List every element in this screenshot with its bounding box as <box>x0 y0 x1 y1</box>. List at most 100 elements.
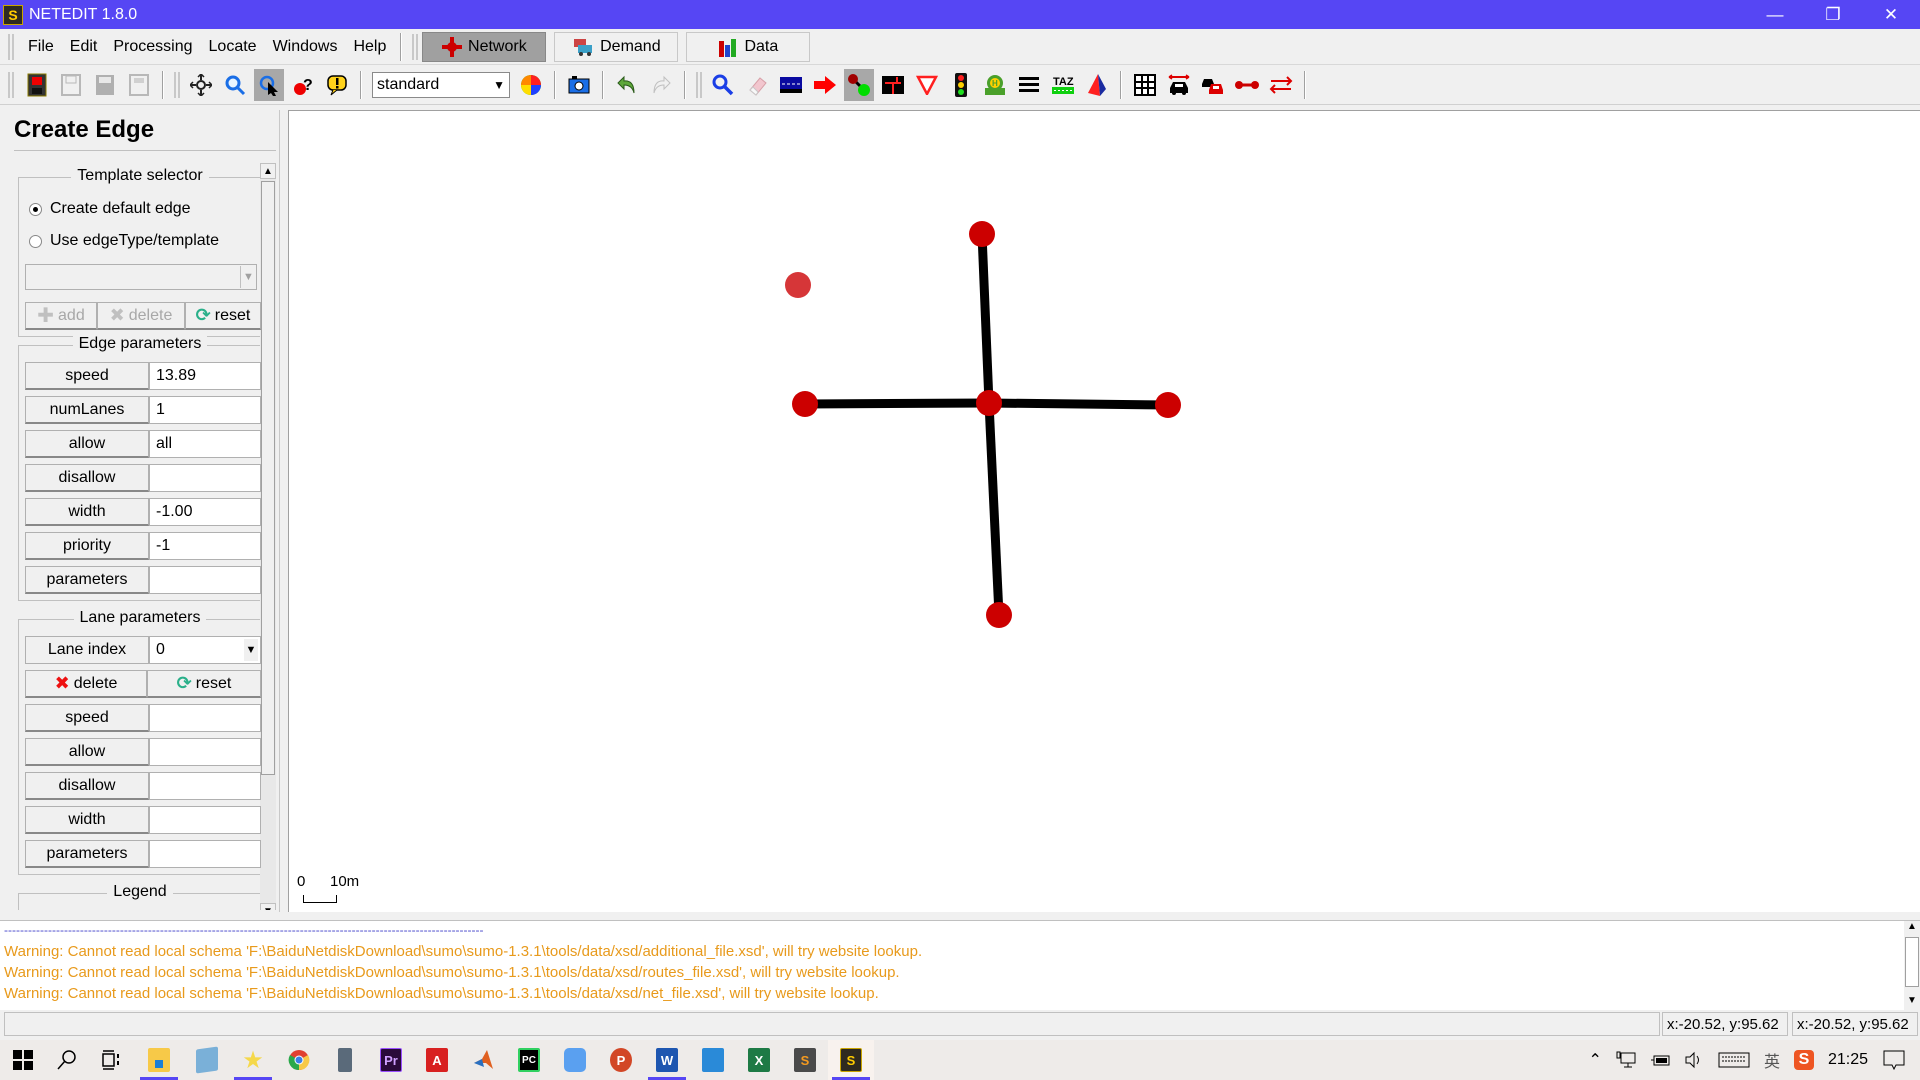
junction-center[interactable] <box>976 390 1002 416</box>
lane-width-input[interactable] <box>149 806 261 834</box>
toggle-two-way-button[interactable] <box>1266 69 1296 101</box>
width-attr-button[interactable]: width <box>25 498 149 526</box>
taskbar-sticky-star[interactable]: ★ <box>230 1040 276 1080</box>
supermode-demand-button[interactable]: Demand <box>554 31 679 62</box>
lane-disallow-input[interactable] <box>149 772 261 800</box>
lane-allow-input[interactable] <box>149 738 261 766</box>
taskbar-notepad[interactable] <box>184 1040 230 1080</box>
taskbar-word[interactable]: W <box>644 1040 690 1080</box>
edge-center-bottom[interactable] <box>984 402 1004 616</box>
ime-icon[interactable]: 英 <box>1764 1048 1780 1072</box>
lane-width-attr-button[interactable]: width <box>25 806 149 834</box>
width-input[interactable]: -1.00 <box>149 498 261 526</box>
junction-top[interactable] <box>969 221 995 247</box>
toolbar-grip[interactable] <box>174 71 180 98</box>
search-button[interactable] <box>44 1040 90 1080</box>
taskbar-calculator[interactable] <box>322 1040 368 1080</box>
scroll-up-icon[interactable]: ▲ <box>260 163 276 179</box>
toggle-vehicle-spread-button[interactable] <box>1164 69 1194 101</box>
network-status-icon[interactable] <box>1616 1051 1636 1069</box>
lane-speed-input[interactable] <box>149 704 261 732</box>
close-button[interactable]: ✕ <box>1862 0 1920 29</box>
edit-coloring-button[interactable] <box>516 69 546 101</box>
volume-icon[interactable] <box>1684 1051 1704 1069</box>
priority-input[interactable]: -1 <box>149 532 261 560</box>
mode-crossing-button[interactable] <box>1014 69 1044 101</box>
edge-center-right[interactable] <box>988 398 1169 410</box>
menu-edit[interactable]: Edit <box>62 38 106 56</box>
toolbar-grip[interactable] <box>412 33 419 60</box>
save-as-button[interactable] <box>90 69 120 101</box>
toggle-grid-button[interactable] <box>1130 69 1160 101</box>
lane-allow-attr-button[interactable]: allow <box>25 738 149 766</box>
scroll-up-icon[interactable]: ▲ <box>1904 921 1920 937</box>
inspect-help-button[interactable]: ? <box>288 69 318 101</box>
lane-speed-attr-button[interactable]: speed <box>25 704 149 732</box>
taskbar-netedit[interactable]: S <box>828 1040 874 1080</box>
taskbar-file-explorer[interactable] <box>136 1040 182 1080</box>
restore-button[interactable]: ❐ <box>1804 0 1862 29</box>
template-combo[interactable]: ▼ <box>25 264 257 290</box>
menu-help[interactable]: Help <box>345 38 394 56</box>
menu-processing[interactable]: Processing <box>105 38 200 56</box>
mode-traffic-light-button[interactable] <box>946 69 976 101</box>
toggle-chain-edges-button[interactable] <box>1232 69 1262 101</box>
parameters-attr-button[interactable]: parameters <box>25 566 149 594</box>
zoom-view-button[interactable] <box>220 69 250 101</box>
taskbar-sublime[interactable]: S <box>782 1040 828 1080</box>
taskbar-excel[interactable]: X <box>736 1040 782 1080</box>
taskbar-premiere[interactable]: Pr <box>368 1040 414 1080</box>
numlanes-attr-button[interactable]: numLanes <box>25 396 149 424</box>
speed-attr-button[interactable]: speed <box>25 362 149 390</box>
recenter-view-button[interactable] <box>186 69 216 101</box>
scrollbar-thumb[interactable] <box>1905 937 1919 987</box>
mode-select-button[interactable] <box>776 69 806 101</box>
save-network-button[interactable] <box>56 69 86 101</box>
menu-windows[interactable]: Windows <box>265 38 346 56</box>
console-scrollbar[interactable]: ▲ ▼ <box>1904 921 1920 1011</box>
menu-locate[interactable]: Locate <box>201 38 265 56</box>
delete-lane-button[interactable]: ✖ delete <box>25 670 147 698</box>
supermode-network-button[interactable]: Network <box>422 31 547 62</box>
scrollbar-thumb[interactable] <box>261 181 275 775</box>
delete-template-button[interactable]: ✖ delete <box>97 302 185 330</box>
reset-template-button[interactable]: ⟳ reset <box>185 302 261 330</box>
frame-scrollbar[interactable]: ▲ ▼ <box>260 163 276 910</box>
scroll-down-icon[interactable]: ▼ <box>260 903 276 910</box>
undo-button[interactable] <box>612 69 642 101</box>
parameters-input[interactable] <box>149 566 261 594</box>
taskbar-autocad[interactable]: A <box>414 1040 460 1080</box>
taskbar-powerpoint[interactable]: P <box>598 1040 644 1080</box>
mode-taz-button[interactable]: TAZ <box>1048 69 1078 101</box>
reset-lane-button[interactable]: ⟳ reset <box>147 670 261 698</box>
junction-left[interactable] <box>792 391 818 417</box>
disallow-attr-button[interactable]: disallow <box>25 464 149 492</box>
numlanes-input[interactable]: 1 <box>149 396 261 424</box>
keyboard-icon[interactable] <box>1718 1051 1750 1069</box>
disallow-input[interactable] <box>149 464 261 492</box>
minimize-button[interactable]: — <box>1746 0 1804 29</box>
taskbar-visio[interactable] <box>690 1040 736 1080</box>
lane-disallow-attr-button[interactable]: disallow <box>25 772 149 800</box>
color-scheme-combo[interactable]: standard ▼ <box>372 71 510 98</box>
mode-prohibitions-button[interactable] <box>912 69 942 101</box>
toolbar-grip[interactable] <box>8 71 14 98</box>
junction-bottom[interactable] <box>986 602 1012 628</box>
mode-delete-button[interactable] <box>742 69 772 101</box>
mode-connections-button[interactable] <box>878 69 908 101</box>
save-all-button[interactable] <box>124 69 154 101</box>
mode-create-edge-button[interactable] <box>844 68 874 101</box>
new-network-button[interactable] <box>22 69 52 101</box>
edge-left-center[interactable] <box>804 398 990 409</box>
taskbar-pycharm[interactable]: PC <box>506 1040 552 1080</box>
toolbar-grip[interactable] <box>696 71 702 98</box>
taskbar-feishu[interactable] <box>552 1040 598 1080</box>
edge-top-center[interactable] <box>977 233 994 404</box>
create-default-edge-radio[interactable]: Create default edge <box>29 200 191 218</box>
task-view-button[interactable] <box>88 1040 134 1080</box>
start-button[interactable] <box>0 1040 46 1080</box>
speed-input[interactable]: 13.89 <box>149 362 261 390</box>
tooltip-button[interactable] <box>322 69 352 101</box>
use-edgetype-template-radio[interactable]: Use edgeType/template <box>29 232 219 250</box>
sogou-icon[interactable]: S <box>1793 1050 1814 1070</box>
